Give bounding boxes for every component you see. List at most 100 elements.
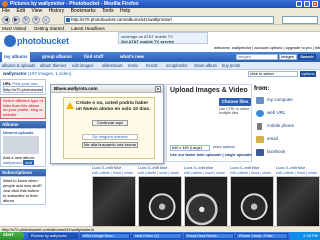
back-button[interactable]: ◀ xyxy=(2,16,10,24)
from-web-url-label: web URL xyxy=(267,110,286,115)
menu-tools[interactable]: Tools xyxy=(102,8,114,14)
photo-item[interactable]: Lucs II--edit bike edit | delete | move … xyxy=(184,166,228,226)
from-mobile-phone[interactable]: mobile phone xyxy=(256,122,318,133)
menu-bookmarks[interactable]: Bookmarks xyxy=(71,8,96,14)
user-links[interactable]: welcome, wallymotor | account options | … xyxy=(214,45,320,51)
image-size-select[interactable]: 640 x 480 (Large) xyxy=(170,145,210,151)
advertisement-banner[interactable]: coverage on AT&T mobile TV Get AT&T mobi… xyxy=(118,32,208,44)
photo-thumbnail[interactable] xyxy=(184,175,228,226)
uploader-options: Use our faster bulk uploader | single up… xyxy=(170,153,253,157)
photo-actions[interactable]: edit | delete | move | share xyxy=(92,171,136,175)
bookmark-latest-headlines[interactable]: Latest Headlines xyxy=(71,26,105,31)
from-mobile-phone-label: mobile phone xyxy=(267,123,295,128)
close-button[interactable]: x xyxy=(312,1,318,7)
subtab-slideshows[interactable]: slideshows xyxy=(102,62,122,70)
system-tray-clock[interactable]: 2:08 PM xyxy=(290,232,320,240)
photo-thumbnail[interactable] xyxy=(138,175,182,226)
url-text: http://s70.photobucket.com/albums/i41/wa… xyxy=(71,17,173,22)
add-album-button[interactable]: add xyxy=(23,160,34,165)
taskbar-item-paint[interactable]: Picture 1.bmp - Paint xyxy=(236,233,288,239)
subtab-trends[interactable]: trends xyxy=(146,62,158,70)
single-uploader-link[interactable]: single uploader xyxy=(225,153,253,157)
popup-no-way-link[interactable]: De ninguna manera xyxy=(82,134,138,140)
select-action-dropdown[interactable]: click to select xyxy=(248,71,298,77)
menu-edit[interactable]: Edit xyxy=(16,8,25,14)
popup-title-bar: Blues.wallyrots.com x xyxy=(51,85,163,93)
link-type-notice[interactable]: Select different type of links than this… xyxy=(0,97,46,119)
from-email-label: email xyxy=(267,136,278,141)
taskbar-item-firefox[interactable]: Pictures by wallymotor xyxy=(28,233,78,239)
start-button[interactable]: start xyxy=(0,232,24,240)
photo-thumbnail[interactable] xyxy=(230,175,274,226)
options-button[interactable]: options xyxy=(300,71,316,77)
search-button[interactable]: Search xyxy=(298,54,316,60)
popup-joke-button[interactable]: Me alta buscando una broma xyxy=(82,142,138,148)
browser-search-input[interactable] xyxy=(282,16,318,24)
photo-item[interactable]: Lucs II--edit bike edit | delete | move … xyxy=(92,166,136,226)
choose-files-button[interactable]: Choose files xyxy=(219,98,251,106)
popup-continue-button[interactable]: Continuar aqui xyxy=(92,120,128,126)
more-options-link[interactable]: more options xyxy=(213,145,235,150)
search-type-select[interactable]: images xyxy=(279,54,297,60)
menu-help[interactable]: Help xyxy=(120,8,130,14)
photo-item[interactable]: Lucs II--edit bike edit | delete | move … xyxy=(230,166,274,226)
from-facebook[interactable]: facebook xyxy=(256,148,318,159)
photo-item[interactable]: Lucs II--edit bike edit | delete | move … xyxy=(276,166,320,226)
subtab-remix[interactable]: remix xyxy=(128,62,138,70)
photobucket-logo[interactable]: photobucket xyxy=(4,35,69,47)
album-thumbnail[interactable] xyxy=(3,136,39,154)
taskbar-item-3[interactable]: New Folder (2) xyxy=(132,233,182,239)
photo-actions[interactable]: edit | delete | move | share xyxy=(230,171,274,175)
url-box: URL Post your own http://s70.photobucket… xyxy=(0,79,46,95)
upload-title: Upload Images & Video xyxy=(170,87,248,94)
tab-whats-new[interactable]: what's new xyxy=(120,52,144,62)
envelope-icon xyxy=(256,136,264,143)
bookmark-getting-started[interactable]: Getting Started xyxy=(34,26,64,31)
subtab-edit-images[interactable]: edit images xyxy=(72,62,93,70)
stop-icon[interactable]: ✕ xyxy=(32,16,40,24)
from-my-computer[interactable]: my computer xyxy=(256,96,318,107)
album-url-field[interactable]: http://s70.photobucket.com/... xyxy=(3,86,43,93)
from-my-computer-label: my computer xyxy=(267,97,294,102)
subtab-albums-uploads[interactable]: albums & uploads xyxy=(2,62,35,70)
menu-bar: File Edit View History Bookmarks Tools H… xyxy=(0,8,320,15)
newest-uploads-link[interactable]: Newest uploads xyxy=(3,130,43,135)
url-bar[interactable]: http://s70.photobucket.com/albums/i41/wa… xyxy=(64,16,274,24)
tab-find-stuff[interactable]: find stuff xyxy=(84,52,103,62)
main-navigation: my albums group albums find stuff what's… xyxy=(0,52,320,62)
upload-source-list: from: my computer web URL mobile phone e… xyxy=(252,84,318,162)
taskbar-item-4[interactable]: Konqi Desk Remix... xyxy=(184,233,234,239)
photo-actions[interactable]: edit | delete | move | share xyxy=(138,171,182,175)
home-icon[interactable]: ⌂ xyxy=(42,16,50,24)
subtab-scrapbooks[interactable]: scrapbooks xyxy=(166,62,187,70)
minimize-button[interactable]: _ xyxy=(296,1,302,7)
photo-actions[interactable]: edit | delete | move | share xyxy=(276,171,320,175)
bulk-uploader-link[interactable]: Use our faster bulk uploader xyxy=(170,153,221,157)
maximize-button[interactable]: □ xyxy=(304,1,310,7)
forward-button[interactable]: ▶ xyxy=(12,16,20,24)
post-your-own-link[interactable]: Post your own xyxy=(12,81,37,86)
subtab-album-themes[interactable]: album themes xyxy=(40,62,66,70)
subtab-buy-prints[interactable]: buy prints xyxy=(222,62,240,70)
site-search-input[interactable]: images xyxy=(236,54,278,60)
from-email[interactable]: email xyxy=(256,135,318,146)
taskbar-item-2[interactable]: MSN Google Brow... xyxy=(80,233,130,239)
menu-view[interactable]: View xyxy=(31,8,42,14)
photo-thumbnail[interactable] xyxy=(92,175,136,226)
subtab-share-album[interactable]: share album xyxy=(194,62,217,70)
photo-thumbnail[interactable] xyxy=(276,175,320,226)
menu-history[interactable]: History xyxy=(49,8,65,14)
photo-item[interactable]: Lucs II--edit bike edit | delete | move … xyxy=(138,166,182,226)
subscriptions-text: Want to know when people add new stuff? … xyxy=(3,178,43,203)
tab-my-albums[interactable]: my albums xyxy=(2,52,30,62)
add-album-parent[interactable]: wallymotor xyxy=(3,160,22,165)
from-web-url[interactable]: web URL xyxy=(256,109,318,120)
bookmark-most-visited[interactable]: Most Visited xyxy=(2,26,26,31)
menu-file[interactable]: File xyxy=(2,8,10,14)
reload-icon[interactable]: ↻ xyxy=(22,16,30,24)
tab-group-albums[interactable]: group albums xyxy=(42,52,72,62)
photo-actions[interactable]: edit | delete | move | share xyxy=(184,171,228,175)
album-owner[interactable]: wallymotor xyxy=(3,71,27,76)
bookmarks-toolbar: Most Visited Getting Started Latest Head… xyxy=(0,25,320,32)
popup-close-button[interactable]: x xyxy=(155,86,161,92)
